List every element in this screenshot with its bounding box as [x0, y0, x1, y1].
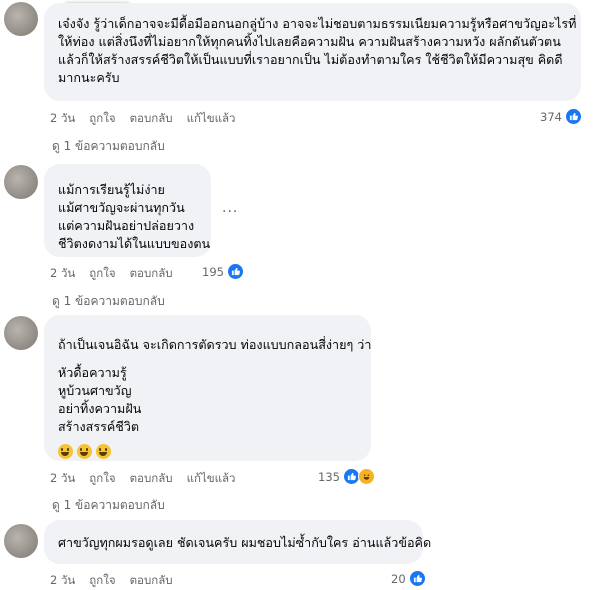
thumbs-up-icon [564, 108, 582, 125]
grinning-face-icon [77, 444, 92, 459]
reaction-count[interactable]: 195 [202, 263, 244, 280]
like-button[interactable]: ถูกใจ [89, 470, 115, 488]
reaction-count-value: 195 [202, 264, 224, 279]
haha-reaction-icon [357, 468, 375, 485]
comment-bubble: ถ้าเป็นเจนอิฉัน จะเกิดการตัดรวบ ท่องแบบก… [44, 315, 371, 461]
comment-time[interactable]: 2 วัน [50, 470, 75, 488]
reaction-count-value: 135 [318, 469, 340, 484]
reaction-count[interactable]: 20 [391, 570, 426, 587]
edited-label: แก้ไขแล้ว [186, 111, 236, 125]
comment-line: ให้ท่อง แต่สิ่งนึงที่ไม่อยากให้ทุกคนทิ้ง… [58, 34, 561, 49]
comment-time[interactable]: 2 วัน [50, 265, 75, 283]
comment-line: แม้ศาขวัญจะผ่านทุกวัน [58, 200, 185, 215]
comment-bubble: แม้การเรียนรู้ไม่ง่าย แม้ศาขวัญจะผ่านทุก… [44, 164, 211, 257]
view-replies-link[interactable]: ดู 1 ข้อความตอบกลับ [40, 137, 165, 156]
comment-intro: ถ้าเป็นเจนอิฉัน จะเกิดการตัดรวบ ท่องแบบก… [58, 337, 372, 352]
view-replies-label: ดู 1 ข้อความตอบกลับ [52, 294, 165, 308]
reply-button[interactable]: ตอบกลับ [130, 265, 173, 283]
grinning-face-icon [58, 444, 73, 459]
reply-button[interactable]: ตอบกลับ [130, 110, 173, 128]
comment-line: สร้างสรรค์ชีวิต [58, 419, 140, 434]
reaction-count-value: 20 [391, 571, 406, 586]
comment-line: หัวดื้อความรู้ [58, 365, 127, 380]
comment-line: หูบ้วนศาขวัญ [58, 383, 132, 398]
view-replies-link[interactable]: ดู 1 ข้อความตอบกลับ [40, 496, 165, 515]
comment-time[interactable]: 2 วัน [50, 572, 75, 590]
comment-actions: 2 วัน ถูกใจ ตอบกลับ แก้ไขแล้ว [50, 110, 236, 128]
comment-bubble: เจ๋งจัง รู้ว่าเด็กอาจจะมีดื้อมีออกนอกลู่… [44, 3, 581, 101]
comment-line: ชีวิตงดงามได้ในแบบของตน [58, 236, 211, 251]
emoji-row [58, 441, 371, 460]
reaction-count[interactable]: 374 [540, 108, 582, 125]
grinning-face-icon [96, 444, 111, 459]
view-replies-label: ดู 1 ข้อความตอบกลับ [52, 139, 165, 153]
reply-button[interactable]: ตอบกลับ [130, 572, 173, 590]
comment-line: มากนะครับ [58, 70, 120, 85]
like-button[interactable]: ถูกใจ [89, 110, 115, 128]
reply-button[interactable]: ตอบกลับ [130, 470, 173, 488]
like-button[interactable]: ถูกใจ [89, 265, 115, 283]
comment-bubble: ศาขวัญทุกผมรอดูเลย ชัดเจนครับ ผมชอบไม่ซ้… [44, 520, 432, 564]
comment-time[interactable]: 2 วัน [50, 110, 75, 128]
avatar[interactable] [4, 2, 38, 36]
avatar[interactable] [4, 165, 38, 199]
view-replies-label: ดู 1 ข้อความตอบกลับ [52, 498, 165, 512]
thumbs-up-icon [226, 263, 244, 280]
comment-line: แล้วก็ให้สร้างสรรค์ชีวิตให้เป็นแบบที่เรา… [58, 52, 563, 67]
comment-line: แม้การเรียนรู้ไม่ง่าย [58, 182, 165, 197]
like-button[interactable]: ถูกใจ [89, 572, 115, 590]
reaction-count-value: 374 [540, 109, 562, 124]
thumbs-up-icon [408, 570, 426, 587]
comment-actions: 2 วัน ถูกใจ ตอบกลับ แก้ไขแล้ว [50, 470, 236, 488]
comment-line: แต่ความฝันอย่าปล่อยวาง [58, 218, 195, 233]
comment-actions: 2 วัน ถูกใจ ตอบกลับ [50, 572, 173, 590]
avatar[interactable] [4, 316, 38, 350]
more-options-icon[interactable]: ... [222, 200, 238, 216]
view-replies-link[interactable]: ดู 1 ข้อความตอบกลับ [40, 292, 165, 311]
edited-label: แก้ไขแล้ว [186, 471, 236, 485]
avatar[interactable] [4, 524, 38, 558]
reaction-count[interactable]: 135 [318, 468, 375, 485]
comment-line: ศาขวัญทุกผมรอดูเลย ชัดเจนครับ ผมชอบไม่ซ้… [58, 535, 432, 550]
comment-actions: 2 วัน ถูกใจ ตอบกลับ [50, 265, 173, 283]
comment-line: เจ๋งจัง รู้ว่าเด็กอาจจะมีดื้อมีออกนอกลู่… [58, 16, 577, 31]
comment-line: อย่าทิ้งความฝัน [58, 401, 142, 416]
